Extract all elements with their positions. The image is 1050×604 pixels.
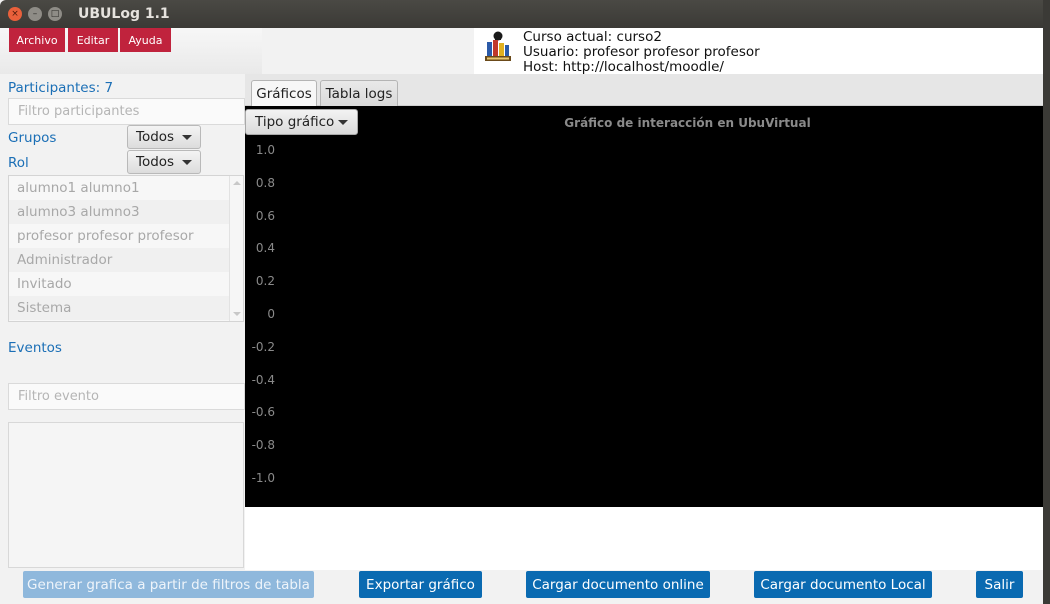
- role-select[interactable]: Todos: [127, 150, 201, 174]
- window-close-button[interactable]: ×: [8, 7, 22, 21]
- window-titlebar: × – □ UBULog 1.1: [0, 0, 1050, 28]
- participants-count: Participantes: 7: [8, 80, 114, 96]
- y-tick-label: 1.0: [255, 143, 275, 157]
- window-maximize-button[interactable]: □: [48, 7, 62, 21]
- y-tick-label: -0.8: [251, 438, 275, 453]
- list-item[interactable]: alumno1 alumno1: [9, 176, 243, 200]
- y-tick-label: 0.8: [255, 175, 275, 190]
- menu-ayuda[interactable]: Ayuda: [120, 28, 171, 52]
- exit-button[interactable]: Salir: [976, 571, 1023, 598]
- list-item[interactable]: Sistema: [9, 296, 243, 320]
- ubu-logo-icon: [485, 31, 511, 61]
- window-minimize-button[interactable]: –: [28, 7, 42, 21]
- load-local-button[interactable]: Cargar documento Local: [754, 571, 932, 598]
- y-tick-label: -0.4: [251, 372, 275, 387]
- list-item[interactable]: alumno3 alumno3: [9, 200, 243, 224]
- generate-chart-button[interactable]: Generar grafica a partir de filtros de t…: [23, 571, 314, 598]
- events-filter-input[interactable]: Filtro evento: [8, 383, 245, 410]
- role-select-value: Todos: [136, 154, 175, 170]
- scroll-down-icon[interactable]: [233, 312, 241, 316]
- y-tick-label: -1.0: [251, 471, 275, 485]
- y-tick-label: 0.4: [255, 241, 275, 256]
- groups-label: Grupos: [8, 130, 57, 146]
- scroll-up-icon[interactable]: [233, 181, 241, 185]
- menu-editar[interactable]: Editar: [68, 28, 118, 52]
- current-host: Host: http://localhost/moodle/: [523, 59, 724, 75]
- window-edge: [1043, 0, 1050, 604]
- chevron-down-icon: [182, 135, 192, 140]
- events-label: Eventos: [8, 340, 62, 356]
- y-tick-label: 0.6: [255, 208, 275, 223]
- list-scrollbar[interactable]: [229, 176, 243, 321]
- menu-archivo[interactable]: Archivo: [9, 28, 65, 52]
- tab-tabla-logs[interactable]: Tabla logs: [320, 80, 398, 106]
- y-tick-label: -0.2: [251, 339, 275, 354]
- header-spacer: [262, 28, 474, 74]
- filters-sidebar: Participantes: 7 Filtro participantes Gr…: [0, 74, 245, 570]
- y-tick-label: -0.6: [251, 405, 275, 420]
- chevron-down-icon: [182, 160, 192, 165]
- list-item[interactable]: profesor profesor profesor: [9, 224, 243, 248]
- groups-select-value: Todos: [136, 129, 175, 145]
- participants-filter-input[interactable]: Filtro participantes: [8, 98, 245, 125]
- role-label: Rol: [8, 155, 29, 171]
- y-tick-label: 0.2: [255, 274, 275, 289]
- footer-bar: Generar grafica a partir de filtros de t…: [0, 570, 1050, 604]
- list-item[interactable]: Administrador: [9, 248, 243, 272]
- list-item[interactable]: Invitado: [9, 272, 243, 296]
- export-chart-button[interactable]: Exportar gráfico: [359, 571, 482, 598]
- window-title: UBULog 1.1: [78, 6, 170, 22]
- events-list[interactable]: [8, 422, 244, 568]
- current-user: Usuario: profesor profesor profesor: [523, 44, 760, 60]
- y-tick-label: 0: [267, 307, 275, 321]
- groups-select[interactable]: Todos: [127, 125, 201, 149]
- current-course: Curso actual: curso2: [523, 29, 662, 45]
- participants-list[interactable]: alumno1 alumno1 alumno3 alumno3 profesor…: [8, 175, 244, 322]
- chart-title: Gráfico de interacción en UbuVirtual: [564, 116, 811, 130]
- tab-bar: Gráficos Tabla logs: [245, 74, 1050, 106]
- course-info-panel: Curso actual: curso2 Usuario: profesor p…: [474, 28, 1050, 75]
- chart-canvas: Tipo gráfico Gráfico de interacción en U…: [245, 106, 1050, 507]
- load-online-button[interactable]: Cargar documento online: [526, 571, 710, 598]
- content-blank-area: [245, 507, 1050, 570]
- menu-bar: Archivo Editar Ayuda: [0, 28, 262, 74]
- tab-graficos[interactable]: Gráficos: [251, 80, 317, 106]
